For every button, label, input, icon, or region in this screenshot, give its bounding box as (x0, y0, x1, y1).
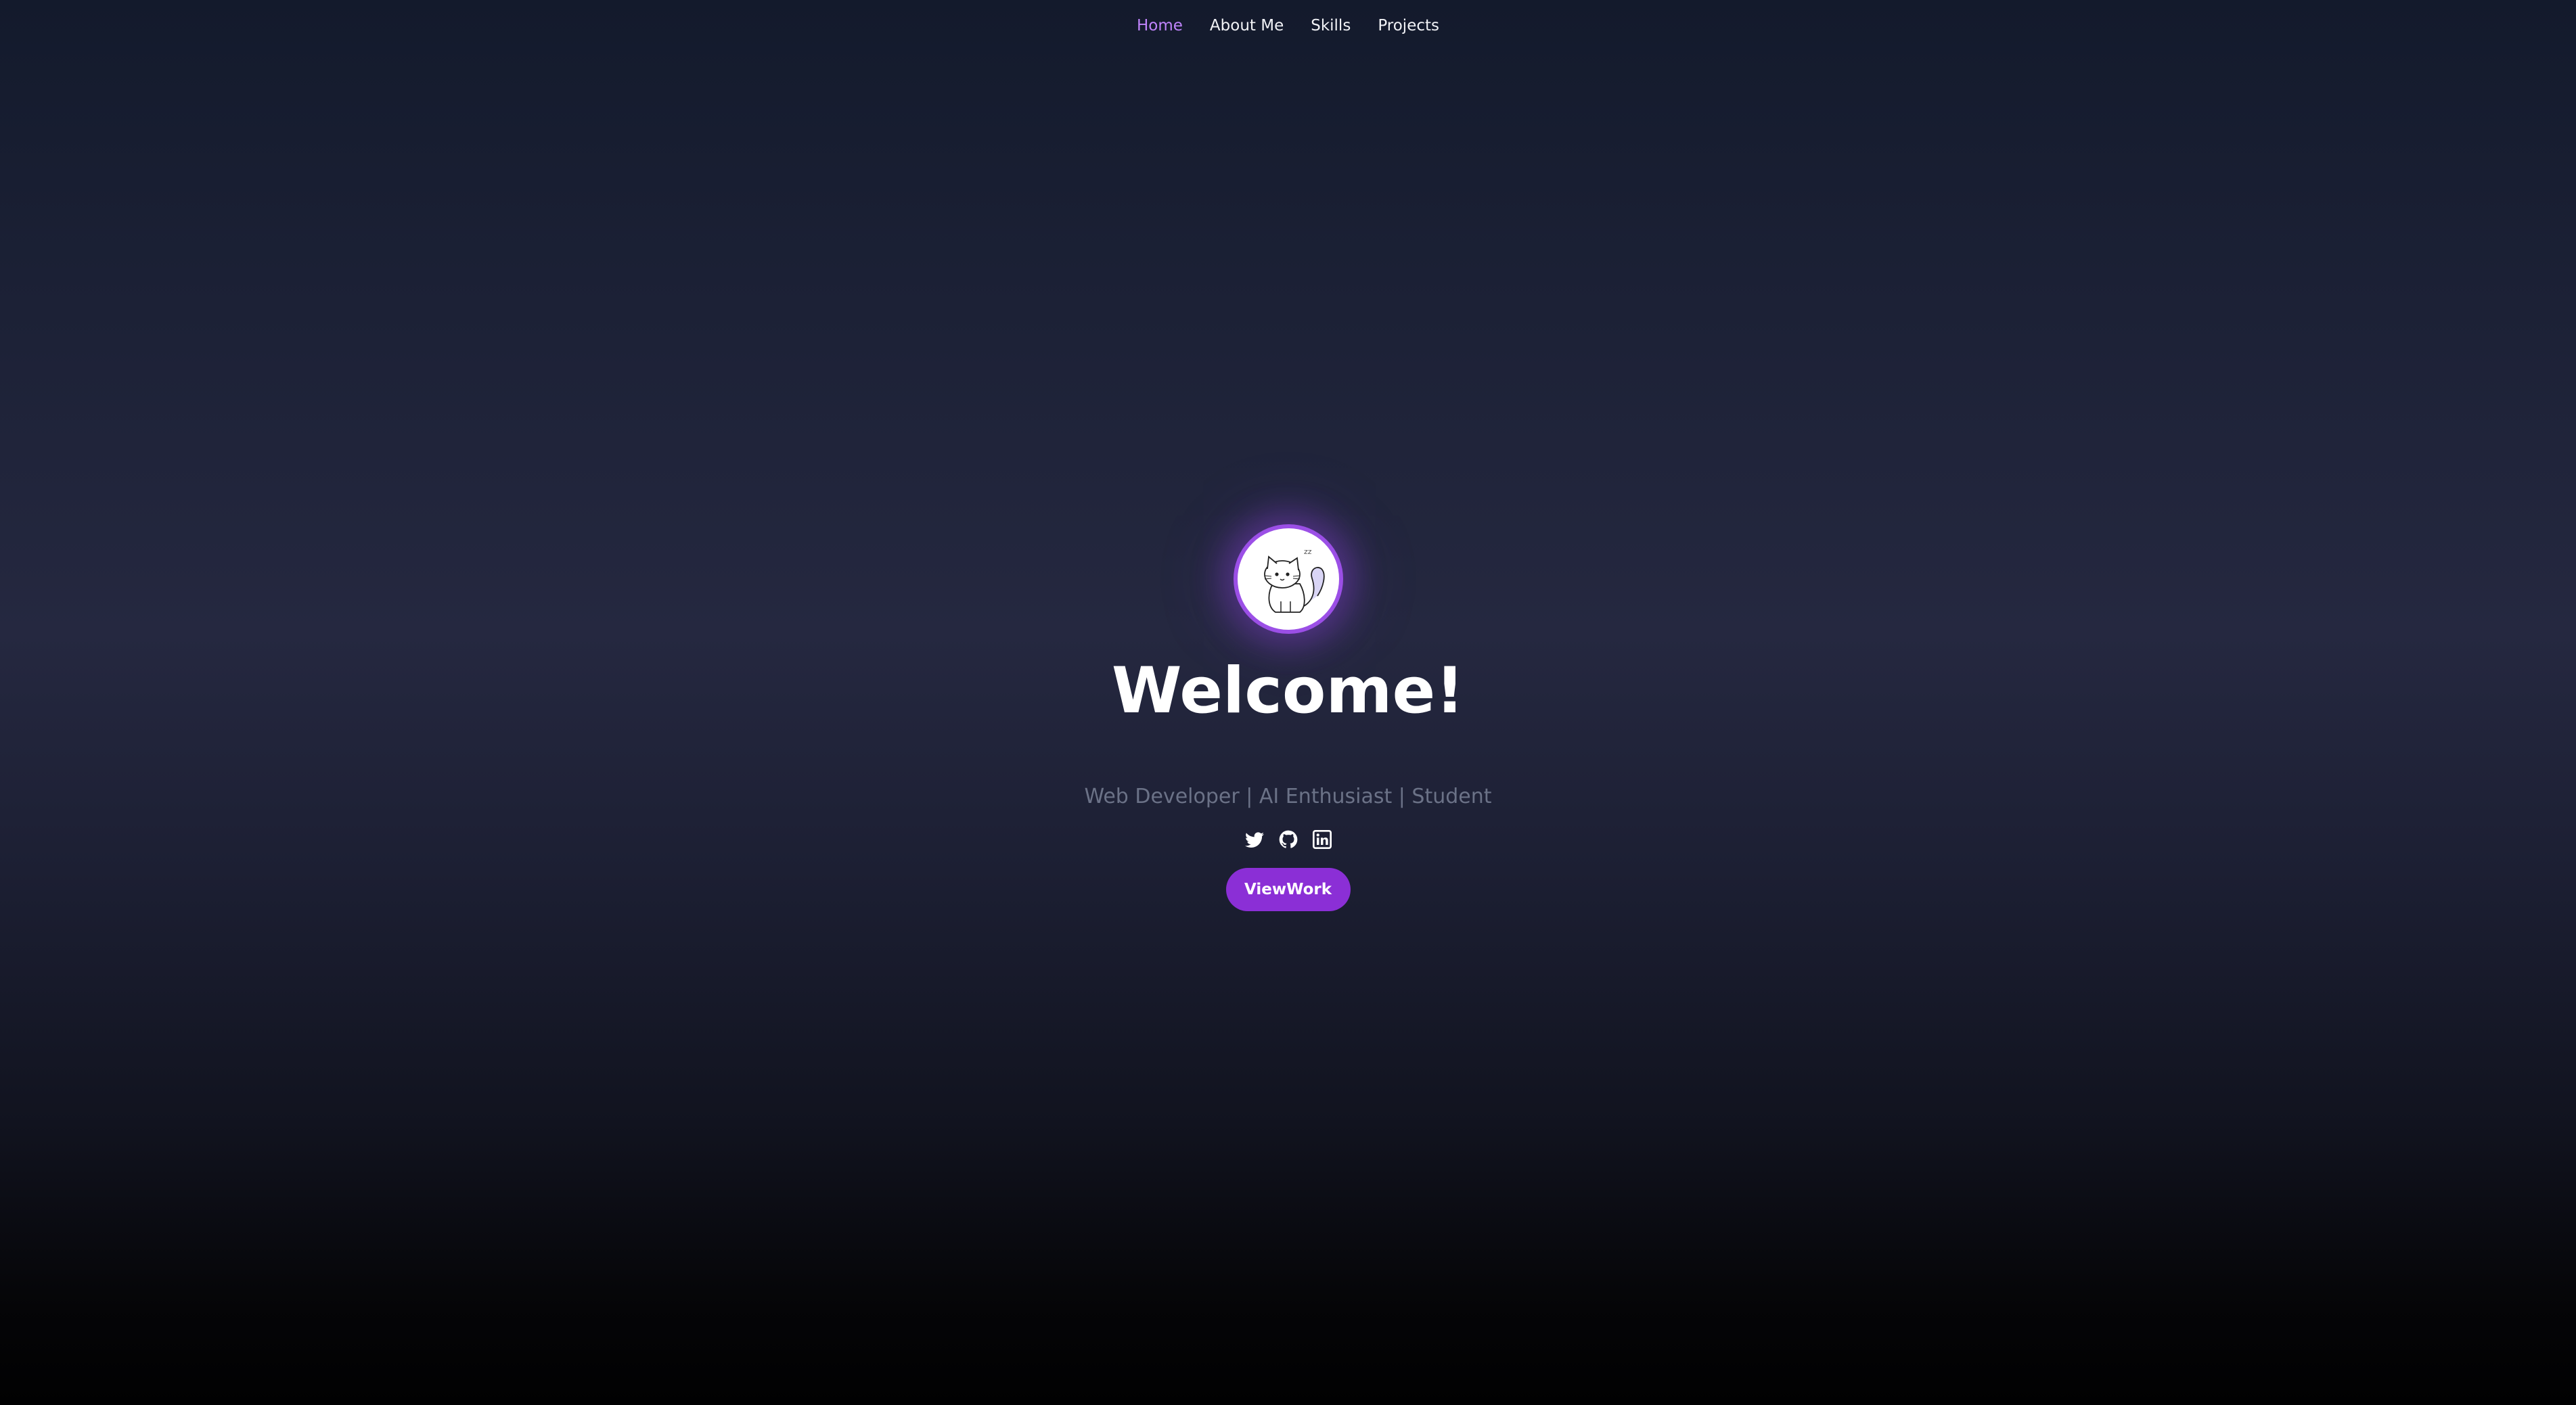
nav-item-home[interactable]: Home (1137, 17, 1183, 34)
hero-section: zz Welcome! Web Developer | AI Enthusias… (0, 524, 2576, 911)
top-nav: Home About Me Skills Projects (0, 12, 2576, 39)
view-work-button[interactable]: ViewWork (1225, 867, 1351, 911)
page-title: Welcome! (1111, 654, 1465, 728)
cat-illustration: zz (1263, 547, 1325, 613)
nav-item-projects[interactable]: Projects (1378, 17, 1439, 34)
svg-text:zz: zz (1304, 547, 1312, 556)
social-links (1244, 829, 1333, 850)
nav-item-skills[interactable]: Skills (1311, 17, 1351, 34)
avatar: zz (1233, 524, 1343, 634)
nav-item-about-me[interactable]: About Me (1210, 17, 1284, 34)
twitter-icon[interactable] (1244, 829, 1265, 850)
page-subtitle: Web Developer | AI Enthusiast | Student (1084, 784, 1492, 808)
github-icon[interactable] (1278, 829, 1299, 850)
linkedin-icon[interactable] (1311, 829, 1333, 850)
